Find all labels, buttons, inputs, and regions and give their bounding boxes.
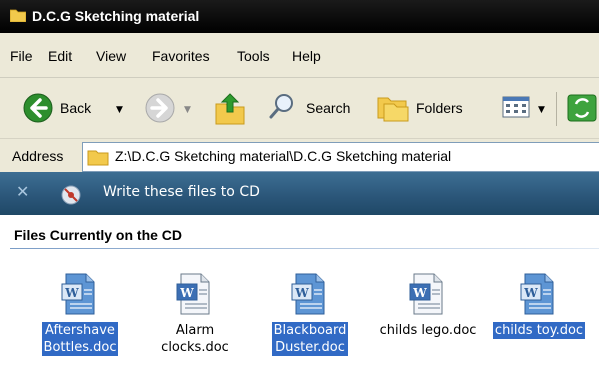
menu-bar: File Edit View Favorites Tools Help (0, 33, 599, 78)
back-button[interactable]: Back ▼ (0, 78, 130, 138)
svg-text:W: W (64, 286, 79, 300)
forward-button[interactable]: ▼ (140, 78, 200, 138)
menu-file[interactable]: File (10, 48, 33, 64)
chevron-down-icon: ▼ (538, 105, 545, 115)
back-label: Back (60, 100, 92, 116)
file-name: childs lego.doc (379, 323, 477, 338)
word-document-icon: W (291, 273, 325, 315)
address-bar: Address Z:\D.C.G Sketching material\D.C.… (0, 138, 599, 173)
file-name: Blackboard Duster.doc (271, 322, 349, 356)
up-folder-button[interactable] (210, 78, 250, 138)
folders-icon (377, 97, 409, 122)
sync-button[interactable] (566, 78, 599, 138)
folders-label: Folders (416, 100, 463, 116)
file-name: Aftershave Bottles.doc (41, 322, 119, 356)
address-input[interactable]: Z:\D.C.G Sketching material\D.C.G Sketch… (82, 142, 599, 172)
files-section-header: Files Currently on the CD (0, 215, 599, 251)
menu-help[interactable]: Help (292, 48, 321, 64)
menu-favorites[interactable]: Favorites (152, 48, 210, 64)
svg-text:W: W (412, 286, 427, 300)
toolbar: Back ▼ ▼ Search Folders ▼ (0, 78, 599, 138)
menu-tools[interactable]: Tools (237, 48, 270, 64)
word-document-icon: W (520, 273, 554, 315)
back-arrow-icon (23, 93, 53, 123)
folders-button[interactable]: Folders (374, 78, 478, 138)
close-icon[interactable]: ✕ (16, 182, 29, 201)
views-icon (502, 96, 530, 118)
file-item[interactable]: W childs lego.doc (368, 272, 488, 339)
section-divider (10, 248, 599, 249)
file-name: childs toy.doc (492, 322, 586, 339)
file-item[interactable]: W Blackboard Duster.doc (260, 272, 360, 356)
address-label: Address (12, 148, 64, 164)
window-title: D.C.G Sketching material (32, 8, 200, 24)
svg-text:W: W (179, 286, 194, 300)
file-item[interactable]: W childs toy.doc (484, 272, 594, 339)
toolbar-divider (556, 92, 557, 126)
sync-icon (567, 94, 597, 122)
file-name: Alarm clocks.doc (161, 323, 229, 355)
title-bar: D.C.G Sketching material (0, 0, 599, 33)
menu-edit[interactable]: Edit (48, 48, 72, 64)
folder-icon (87, 150, 109, 166)
file-item[interactable]: W Alarm clocks.doc (145, 272, 245, 356)
chevron-down-icon: ▼ (116, 105, 123, 115)
menu-view[interactable]: View (96, 48, 126, 64)
forward-arrow-icon (145, 93, 175, 123)
file-item[interactable]: W Aftershave Bottles.doc (30, 272, 130, 356)
svg-text:W: W (523, 286, 538, 300)
cd-burn-icon (61, 185, 81, 205)
chevron-down-icon: ▼ (184, 105, 191, 115)
folder-icon (10, 9, 26, 22)
search-button[interactable]: Search (262, 78, 366, 138)
search-label: Search (306, 100, 351, 116)
section-title: Files Currently on the CD (14, 227, 183, 243)
word-document-icon: W (176, 273, 210, 315)
views-button[interactable]: ▼ (500, 78, 550, 138)
svg-text:W: W (294, 286, 309, 300)
word-document-icon: W (409, 273, 443, 315)
word-document-icon: W (61, 273, 95, 315)
address-path: Z:\D.C.G Sketching material\D.C.G Sketch… (115, 148, 452, 164)
write-to-cd-link[interactable]: Write these files to CD (103, 184, 260, 200)
cd-task-banner: ✕ Write these files to CD (0, 172, 599, 215)
search-icon (269, 94, 293, 119)
up-folder-icon (215, 93, 245, 125)
